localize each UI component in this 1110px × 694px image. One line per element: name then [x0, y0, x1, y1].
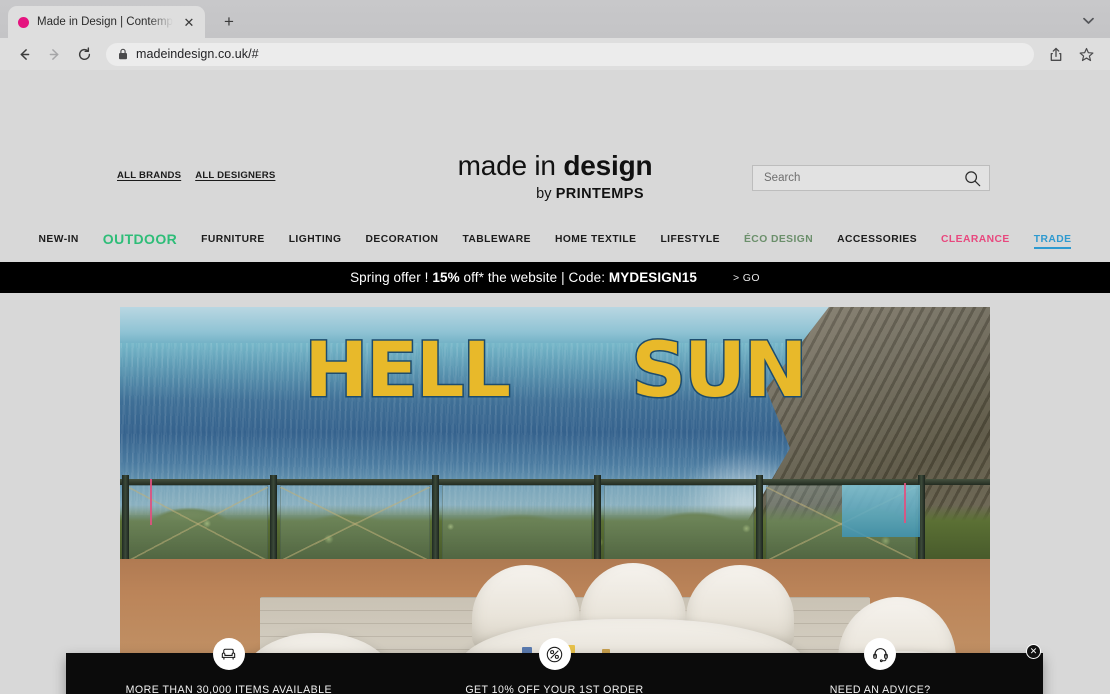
nav-item-accessories[interactable]: ACCESSORIES	[825, 234, 929, 245]
promo-middle: off* the website | Code:	[459, 270, 609, 285]
nav-item-new-in[interactable]: NEW-IN	[27, 234, 91, 245]
back-button[interactable]	[10, 41, 38, 67]
toolbar-actions	[1044, 42, 1100, 66]
reload-button[interactable]	[70, 41, 98, 67]
railing-post	[594, 475, 601, 567]
tab-strip: Made in Design | Contemporary ✕ +	[0, 0, 1110, 38]
address-bar-url: madeindesign.co.uk/#	[136, 47, 259, 61]
promo-code: MYDESIGN15	[608, 270, 697, 285]
logo-design: design	[563, 150, 653, 181]
hero-pink-accent	[150, 479, 152, 525]
tab-favicon-icon	[18, 16, 29, 28]
railing-glass-panel	[604, 485, 754, 563]
hero-pool	[842, 485, 920, 537]
browser-chrome: Made in Design | Contemporary ✕ +	[0, 0, 1110, 70]
feature-item-advice[interactable]: NEED AN ADVICE? Get in touch with our te…	[717, 638, 1043, 694]
nav-item-clearance[interactable]: CLEARANCE	[929, 234, 1022, 245]
nav-item-lighting[interactable]: LIGHTING	[277, 234, 354, 245]
forward-button[interactable]	[40, 41, 68, 67]
hero-banner[interactable]: HELLOOSUN	[120, 307, 990, 694]
feature-title: NEED AN ADVICE?	[829, 683, 931, 694]
search-icon[interactable]	[964, 170, 981, 187]
logo-made-in: made in	[457, 150, 564, 181]
lock-icon	[118, 48, 128, 60]
logo-printemps: PRINTEMPS	[555, 186, 644, 202]
logo-by: by	[536, 186, 556, 202]
nav-item-tableware[interactable]: TABLEWARE	[450, 234, 543, 245]
nav-item-furniture[interactable]: FURNITURE	[189, 234, 277, 245]
feature-title: GET 10% OFF YOUR 1ST ORDER	[465, 683, 644, 694]
feature-item-items-available[interactable]: MORE THAN 30,000 ITEMS AVAILABLE for all…	[66, 638, 392, 694]
nav-item-home-textile[interactable]: HOME TEXTILE	[543, 234, 649, 245]
promo-prefix: Spring offer !	[350, 270, 433, 285]
railing-post	[122, 475, 129, 567]
headset-icon	[864, 638, 897, 670]
tab-list-chevron-down-icon[interactable]	[1076, 10, 1100, 32]
tab-title: Made in Design | Contemporary	[37, 16, 173, 28]
feature-bar-close-icon[interactable]: ✕	[1026, 644, 1041, 659]
main-navigation: NEW-IN OUTDOOR FURNITURE LIGHTING DECORA…	[0, 231, 1110, 249]
hero-headline: HELLOOSUN	[120, 330, 990, 409]
promo-go-link[interactable]: > GO	[733, 272, 760, 284]
railing-post	[270, 475, 277, 567]
railing-brace	[128, 487, 268, 561]
address-bar[interactable]: madeindesign.co.uk/#	[106, 42, 1034, 66]
search-input[interactable]	[764, 172, 964, 184]
search-box[interactable]	[752, 165, 990, 191]
nav-item-trade[interactable]: TRADE	[1022, 234, 1084, 249]
hero-pink-accent	[904, 483, 906, 523]
hero-headline-right: SUN	[630, 325, 809, 414]
promo-banner[interactable]: Spring offer ! 15% off* the website | Co…	[0, 262, 1110, 293]
web-page: ALL BRANDS ALL DESIGNERS made in design …	[0, 70, 1110, 694]
hero-headline-left: HELL	[303, 325, 510, 414]
browser-toolbar: madeindesign.co.uk/#	[0, 38, 1110, 70]
tab-close-icon[interactable]: ✕	[181, 14, 197, 30]
nav-item-lifestyle[interactable]: LIFESTYLE	[648, 234, 732, 245]
railing-post	[756, 475, 763, 567]
promo-percent: 15%	[432, 270, 460, 285]
star-icon[interactable]	[1074, 42, 1098, 66]
feature-bar: ✕ MORE THAN 30,000 ITEMS AVAILABLE for a…	[66, 638, 1043, 694]
feature-item-newsletter-discount[interactable]: GET 10% OFF YOUR 1ST ORDER when you sign…	[392, 638, 718, 694]
nav-item-decoration[interactable]: DECORATION	[353, 234, 450, 245]
armchair-icon	[212, 638, 245, 670]
promo-text: Spring offer ! 15% off* the website | Co…	[350, 270, 697, 285]
percent-icon	[538, 638, 571, 670]
railing-brace	[280, 487, 430, 561]
browser-tab[interactable]: Made in Design | Contemporary ✕	[8, 6, 205, 38]
share-icon[interactable]	[1044, 42, 1068, 66]
nav-item-outdoor[interactable]: OUTDOOR	[91, 231, 189, 247]
railing-glass-panel	[442, 485, 592, 563]
new-tab-button[interactable]: +	[215, 8, 243, 36]
feature-title: MORE THAN 30,000 ITEMS AVAILABLE	[125, 683, 332, 694]
railing-post	[432, 475, 439, 567]
nav-item-eco-design[interactable]: ÉCO DESIGN	[732, 234, 825, 245]
